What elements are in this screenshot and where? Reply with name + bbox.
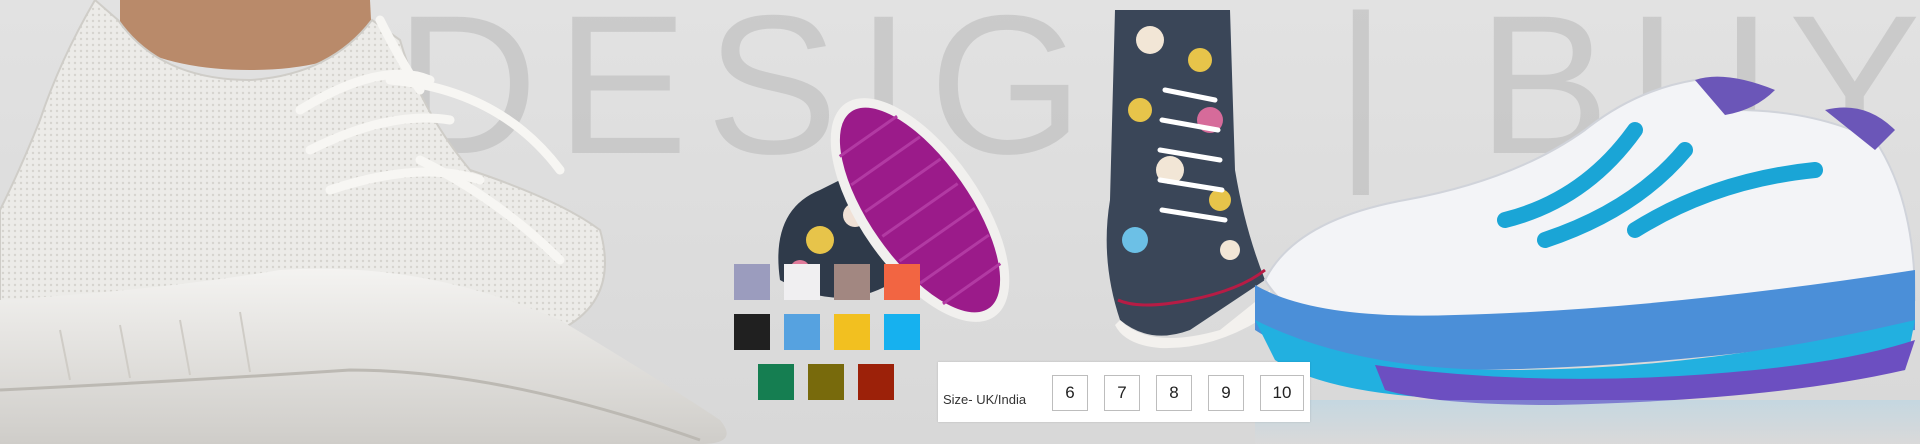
size-option[interactable]: 7 (1104, 375, 1140, 411)
blue-running-shoe-image (1255, 76, 1920, 444)
white-knit-sneaker-image (0, 0, 727, 444)
size-option[interactable]: 8 (1156, 375, 1192, 411)
hero-banner: DESIGN | BUY (0, 0, 1920, 444)
color-swatch[interactable] (784, 264, 820, 300)
color-swatch[interactable] (734, 264, 770, 300)
color-swatch[interactable] (784, 314, 820, 350)
color-swatch-grid (734, 264, 924, 406)
color-swatch[interactable] (834, 264, 870, 300)
size-label: Size- UK/India (943, 392, 1027, 407)
size-option[interactable]: 9 (1208, 375, 1244, 411)
size-option[interactable]: 10 (1260, 375, 1304, 411)
color-swatch[interactable] (734, 314, 770, 350)
size-selector: Size- UK/India 6 7 8 9 10 (938, 362, 1310, 422)
printed-hightop-image (1106, 10, 1270, 349)
color-swatch[interactable] (858, 364, 894, 400)
size-option[interactable]: 6 (1052, 375, 1088, 411)
color-swatch[interactable] (884, 264, 920, 300)
color-swatch[interactable] (884, 314, 920, 350)
color-swatch[interactable] (758, 364, 794, 400)
color-swatch[interactable] (834, 314, 870, 350)
color-swatch[interactable] (808, 364, 844, 400)
